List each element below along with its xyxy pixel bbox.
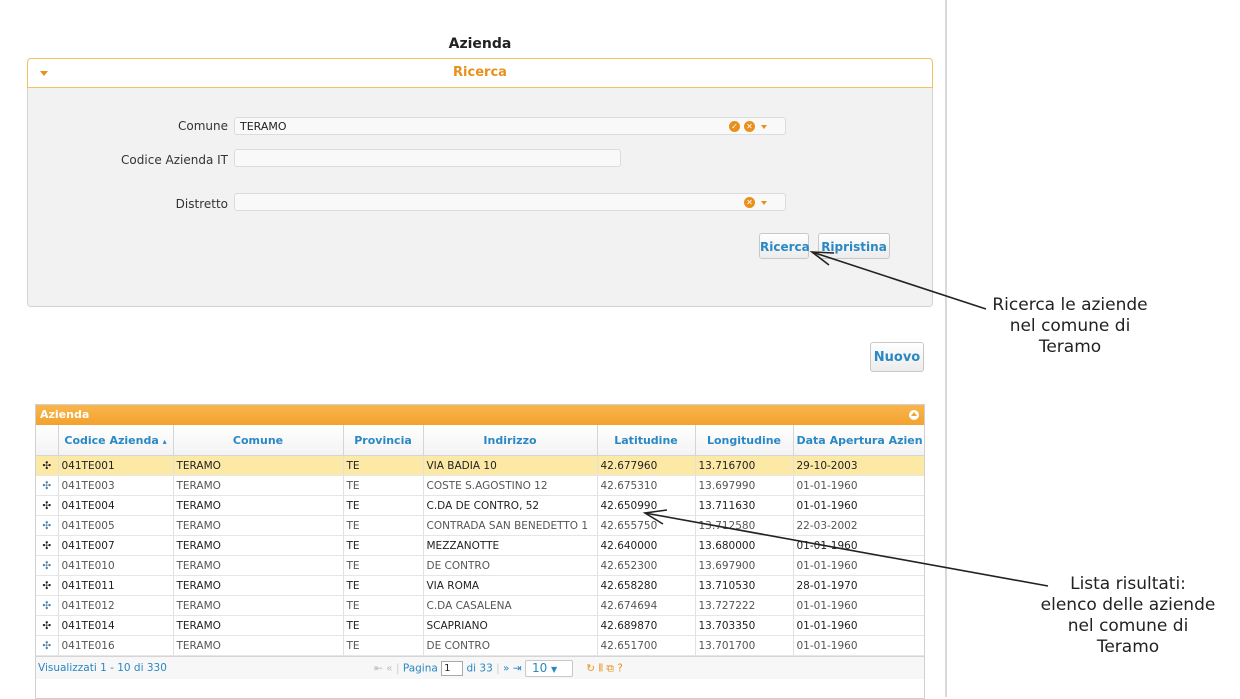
arrow-line (644, 512, 1049, 587)
annotation-search: Ricerca le aziende nel comune di Teramo (992, 295, 1148, 357)
arrow-line (811, 251, 987, 310)
annotation-list: Lista risultati: elenco delle aziende ne… (1040, 574, 1216, 657)
